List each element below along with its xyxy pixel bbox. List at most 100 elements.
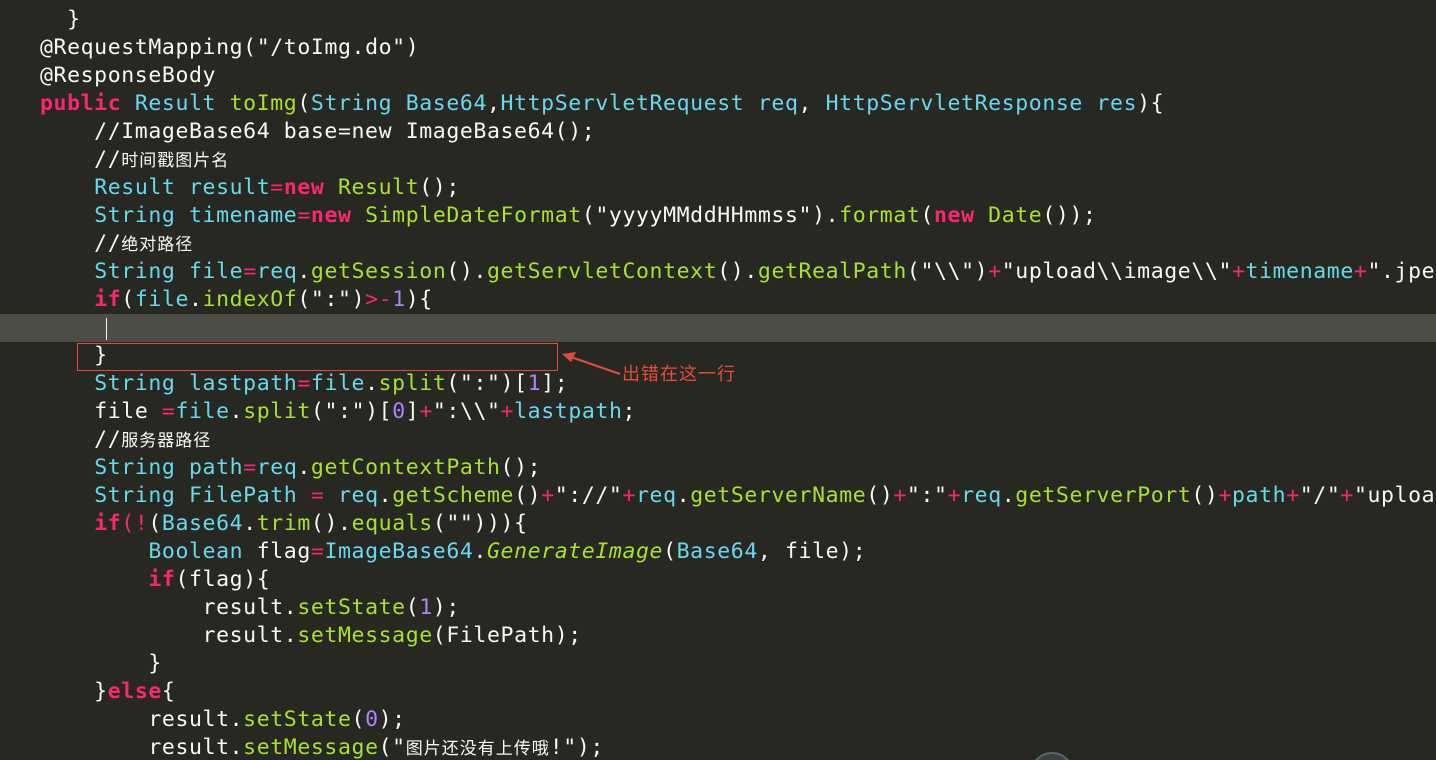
code-token: (: [432, 623, 447, 648]
code-token: Date: [988, 203, 1043, 228]
code-token: (: [581, 203, 596, 228]
code-token: HttpServletResponse: [825, 91, 1083, 116]
code-editor[interactable]: } @RequestMapping("/toImg.do") @ResponseBo…: [0, 0, 1436, 760]
code-token: +: [1286, 483, 1300, 508]
code-token: +: [419, 399, 433, 424]
code-token: req: [256, 259, 298, 284]
code-token: Base64: [405, 91, 487, 116]
code-token: "": [446, 511, 474, 536]
code-token: Result: [338, 175, 420, 200]
code-token: result: [148, 735, 230, 760]
code-line[interactable]: //绝对路径: [40, 230, 1436, 258]
code-token: ): [974, 259, 989, 284]
code-token: @ResponseBody: [40, 63, 217, 88]
code-line[interactable]: }else{: [40, 678, 1436, 706]
code-line[interactable]: result.setState(1);: [40, 594, 1436, 622]
code-token: ().: [717, 259, 758, 284]
code-token: split: [243, 399, 311, 424]
code-token: flag: [189, 567, 244, 592]
code-line[interactable]: result.setState(0);: [40, 706, 1436, 734]
code-token: (: [446, 371, 460, 396]
code-token: ,: [798, 91, 826, 116]
code-token: +: [1231, 259, 1246, 284]
code-token: Base64: [676, 539, 758, 564]
code-line[interactable]: [40, 314, 1436, 342]
code-line[interactable]: //ImageBase64 base=new ImageBase64();: [40, 118, 1436, 146]
code-token: req: [961, 483, 1002, 508]
code-token: String: [94, 259, 176, 284]
code-token: result: [202, 595, 284, 620]
code-token: );: [554, 623, 582, 648]
code-token: ){: [243, 567, 271, 592]
code-line[interactable]: if(file.indexOf(":")>-1){: [40, 286, 1436, 314]
code-token: new: [933, 203, 975, 228]
code-token: (: [121, 287, 135, 312]
code-line[interactable]: String path=req.getContextPath();: [40, 454, 1436, 482]
code-line[interactable]: Result result=new Result();: [40, 174, 1436, 202]
code-token: path: [1232, 483, 1287, 508]
code-token: "://": [554, 483, 623, 508]
code-token: ().: [446, 259, 488, 284]
code-token: "yyyyMMddHHmmss": [595, 203, 813, 228]
code-token: setState: [243, 707, 352, 732]
code-token: ();: [419, 175, 460, 200]
code-token: getScheme: [392, 483, 515, 508]
code-token: =: [310, 539, 325, 564]
code-token: .: [229, 707, 244, 732]
code-token: //: [40, 427, 122, 452]
code-line[interactable]: @ResponseBody: [40, 62, 1436, 90]
code-line[interactable]: String lastpath=file.split(":")[1];: [40, 370, 1436, 398]
code-line[interactable]: }: [40, 650, 1436, 678]
code-line[interactable]: @RequestMapping("/toImg.do"): [40, 34, 1436, 62]
code-line[interactable]: String FilePath = req.getScheme()+"://"+…: [40, 482, 1436, 510]
code-line[interactable]: if(flag){: [40, 566, 1436, 594]
code-token: file: [134, 287, 190, 312]
code-line[interactable]: //时间戳图片名: [40, 146, 1436, 174]
code-line[interactable]: result.setMessage(FilePath);: [40, 622, 1436, 650]
code-line[interactable]: file =file.split(":")[0]+":\\"+lastpath;: [40, 398, 1436, 426]
code-line[interactable]: //服务器路径: [40, 426, 1436, 454]
code-token: 1: [392, 287, 406, 312]
code-area[interactable]: } @RequestMapping("/toImg.do") @ResponseBo…: [40, 6, 1436, 760]
code-token: .: [297, 455, 311, 480]
code-token: new: [283, 175, 325, 200]
code-token: )[: [365, 399, 393, 424]
code-line[interactable]: result.setMessage("图片还没有上传哦!");: [40, 734, 1436, 760]
code-token: ))){: [473, 511, 528, 536]
code-token: );: [378, 707, 406, 732]
code-token: .: [473, 539, 487, 564]
code-token: .: [189, 287, 203, 312]
code-token: else: [107, 679, 162, 704]
code-token: .: [283, 623, 298, 648]
code-line[interactable]: if(!(Base64.trim().equals(""))){: [40, 510, 1436, 538]
code-token: (: [663, 539, 677, 564]
code-line[interactable]: String timename=new SimpleDateFormat("yy…: [40, 202, 1436, 230]
code-token: .: [378, 483, 393, 508]
code-line[interactable]: Boolean flag=ImageBase64.GenerateImage(B…: [40, 538, 1436, 566]
code-line[interactable]: String file=req.getSession().getServletC…: [40, 258, 1436, 286]
code-token: }: [40, 651, 162, 676]
code-token: (: [297, 287, 311, 312]
code-token: ): [405, 35, 420, 60]
code-line[interactable]: public Result toImg(String Base64,HttpSe…: [40, 90, 1436, 118]
code-token: public: [40, 91, 122, 116]
code-token: file: [94, 399, 149, 424]
code-token: @RequestMapping(: [40, 35, 257, 60]
code-token: .: [676, 483, 691, 508]
code-line[interactable]: }: [40, 6, 1436, 34]
code-token: ().: [310, 511, 352, 536]
code-token: Result: [94, 175, 176, 200]
code-token: =: [297, 371, 311, 396]
